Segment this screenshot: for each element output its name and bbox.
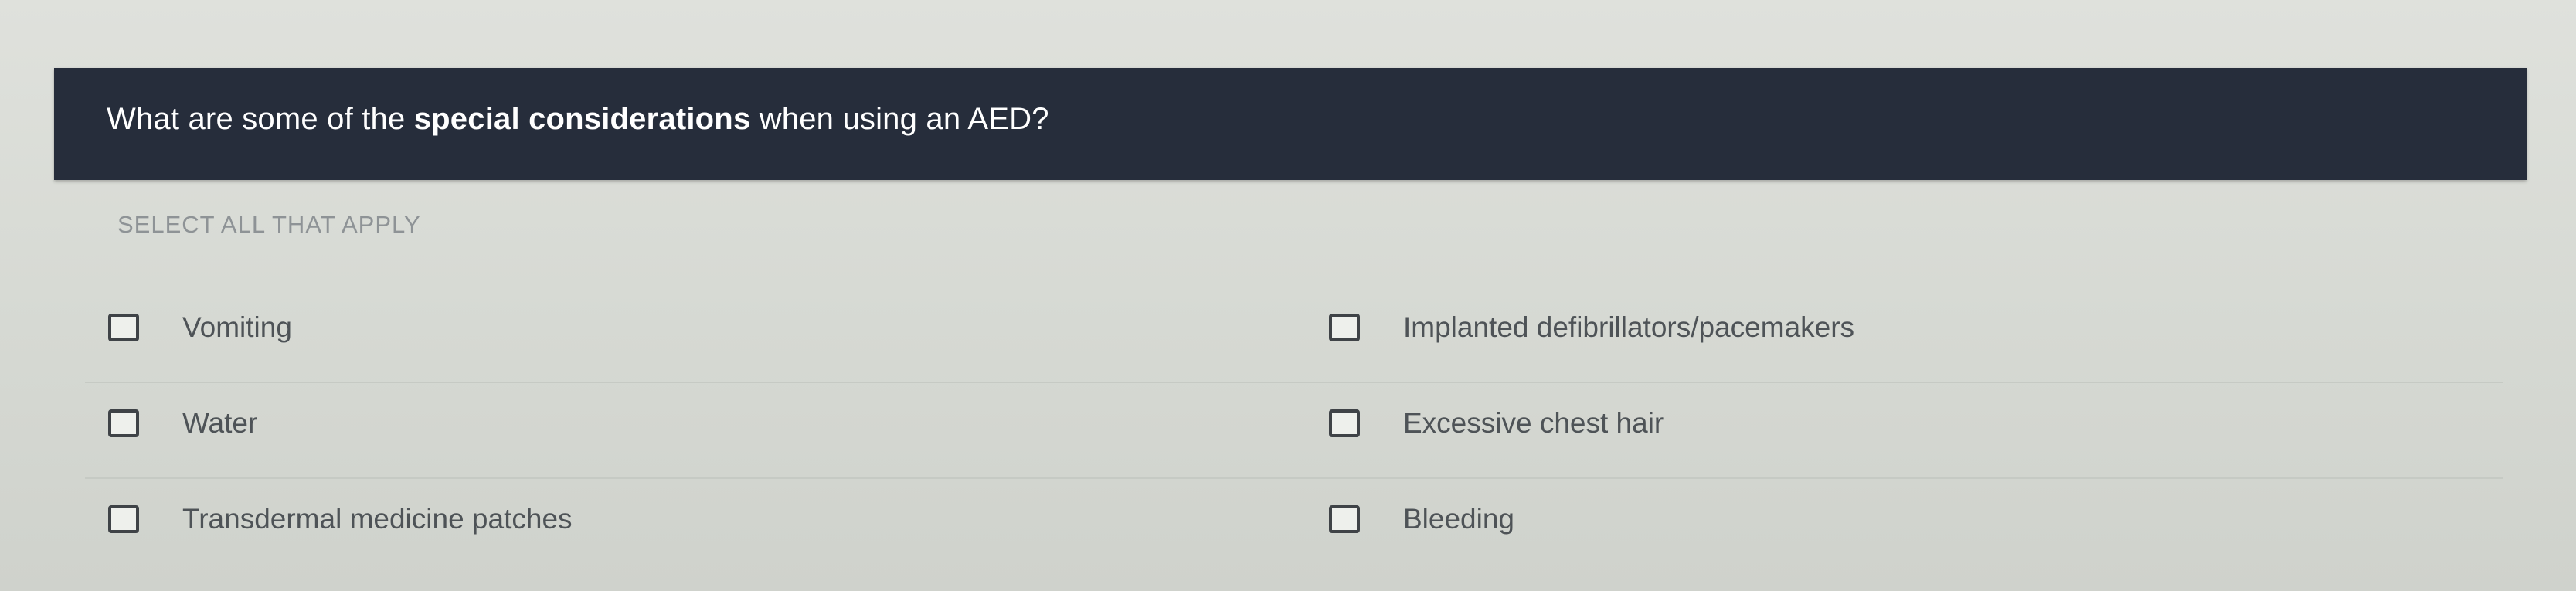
- question-banner: What are some of the special considerati…: [54, 68, 2527, 180]
- option-label-bleeding: Bleeding: [1403, 503, 1515, 535]
- option-row: Vomiting Implanted defibrillators/pacema…: [85, 286, 2503, 383]
- checkbox-water[interactable]: [108, 409, 139, 437]
- option-vomiting[interactable]: Vomiting: [108, 304, 292, 351]
- checkbox-implanted-defibrillators[interactable]: [1329, 314, 1360, 341]
- option-label-water: Water: [182, 407, 258, 439]
- question-prefix: What are some of the: [107, 102, 414, 136]
- option-row: Water Excessive chest hair: [85, 382, 2503, 479]
- option-water[interactable]: Water: [108, 400, 257, 447]
- option-label-implanted-defibrillators: Implanted defibrillators/pacemakers: [1403, 311, 1855, 343]
- question-suffix: when using an AED?: [750, 102, 1049, 136]
- option-transdermal-patches[interactable]: Transdermal medicine patches: [108, 496, 573, 542]
- checkbox-vomiting[interactable]: [108, 314, 139, 341]
- answer-options-grid: Vomiting Implanted defibrillators/pacema…: [85, 286, 2503, 572]
- option-bleeding[interactable]: Bleeding: [1329, 496, 1514, 542]
- checkbox-transdermal-patches[interactable]: [108, 505, 139, 533]
- option-row: Transdermal medicine patches Bleeding: [85, 477, 2503, 573]
- checkbox-excessive-chest-hair[interactable]: [1329, 409, 1360, 437]
- option-implanted-defibrillators[interactable]: Implanted defibrillators/pacemakers: [1329, 304, 1854, 351]
- option-label-excessive-chest-hair: Excessive chest hair: [1403, 407, 1664, 439]
- question-text: What are some of the special considerati…: [107, 102, 1049, 137]
- checkbox-bleeding[interactable]: [1329, 505, 1360, 533]
- select-all-instruction: SELECT ALL THAT APPLY: [117, 211, 421, 238]
- option-excessive-chest-hair[interactable]: Excessive chest hair: [1329, 400, 1664, 447]
- option-label-vomiting: Vomiting: [182, 311, 292, 343]
- question-emphasis: special considerations: [413, 102, 751, 136]
- option-label-transdermal-patches: Transdermal medicine patches: [182, 503, 573, 535]
